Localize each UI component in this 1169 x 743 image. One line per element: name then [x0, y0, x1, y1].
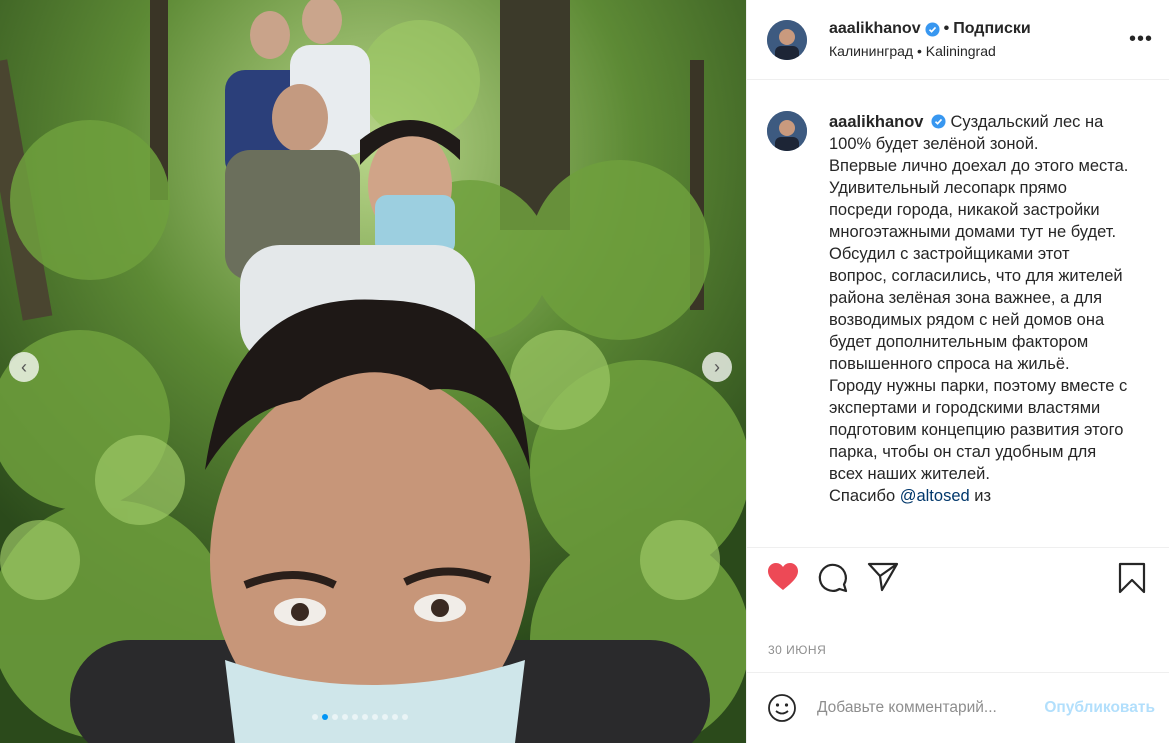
caption-username[interactable]: aaalikhanov: [829, 113, 923, 131]
carousel-dot: [322, 714, 328, 720]
caption-tail: из: [969, 487, 992, 505]
post-date[interactable]: 30 ИЮНЯ: [768, 643, 826, 657]
carousel-next-button[interactable]: ›: [702, 352, 732, 382]
chevron-left-icon: ‹: [21, 356, 27, 377]
carousel-dot: [352, 714, 358, 720]
caption-mention-link[interactable]: @altosed: [900, 487, 970, 505]
comment-input[interactable]: [817, 699, 1045, 717]
post-side-panel: aaalikhanov • Подписки Калининград • Kal…: [746, 0, 1169, 743]
caption-section: aaalikhanov Суздальский лес на 100% будет…: [747, 81, 1169, 547]
chevron-right-icon: ›: [714, 356, 720, 377]
share-icon[interactable]: [867, 562, 899, 592]
verified-badge-icon: [931, 114, 946, 129]
caption-avatar[interactable]: [767, 111, 807, 151]
carousel-dot: [372, 714, 378, 720]
carousel-indicator: [312, 714, 408, 720]
post-header: aaalikhanov • Подписки Калининград • Kal…: [747, 0, 1169, 80]
post-photo[interactable]: ‹ ›: [0, 0, 746, 743]
comment-form: Опубликовать: [747, 672, 1169, 743]
carousel-dot: [392, 714, 398, 720]
caption-text: Суздальский лес на 100% будет зелёной зо…: [829, 113, 1129, 505]
post-caption: aaalikhanov Суздальский лес на 100% будет…: [829, 111, 1129, 547]
carousel-dot: [342, 714, 348, 720]
carousel-dot: [362, 714, 368, 720]
publish-button[interactable]: Опубликовать: [1044, 699, 1155, 717]
header-separator: •: [943, 20, 950, 37]
comment-icon[interactable]: [817, 562, 849, 594]
post-actions: [747, 547, 1169, 607]
carousel-dot: [402, 714, 408, 720]
like-heart-icon[interactable]: [767, 562, 799, 592]
author-username[interactable]: aaalikhanov: [829, 20, 921, 38]
verified-badge-icon: [925, 21, 940, 37]
carousel-dot: [382, 714, 388, 720]
emoji-icon[interactable]: [767, 693, 797, 723]
more-options-icon[interactable]: •••: [1129, 28, 1153, 51]
carousel-dot: [332, 714, 338, 720]
save-bookmark-icon[interactable]: [1118, 562, 1146, 594]
carousel-dot: [312, 714, 318, 720]
post-location[interactable]: Калининград • Kaliningrad: [829, 43, 1129, 59]
author-avatar[interactable]: [767, 19, 807, 60]
following-button[interactable]: Подписки: [953, 20, 1030, 38]
forest-photo: [0, 0, 746, 743]
carousel-prev-button[interactable]: ‹: [9, 352, 39, 382]
